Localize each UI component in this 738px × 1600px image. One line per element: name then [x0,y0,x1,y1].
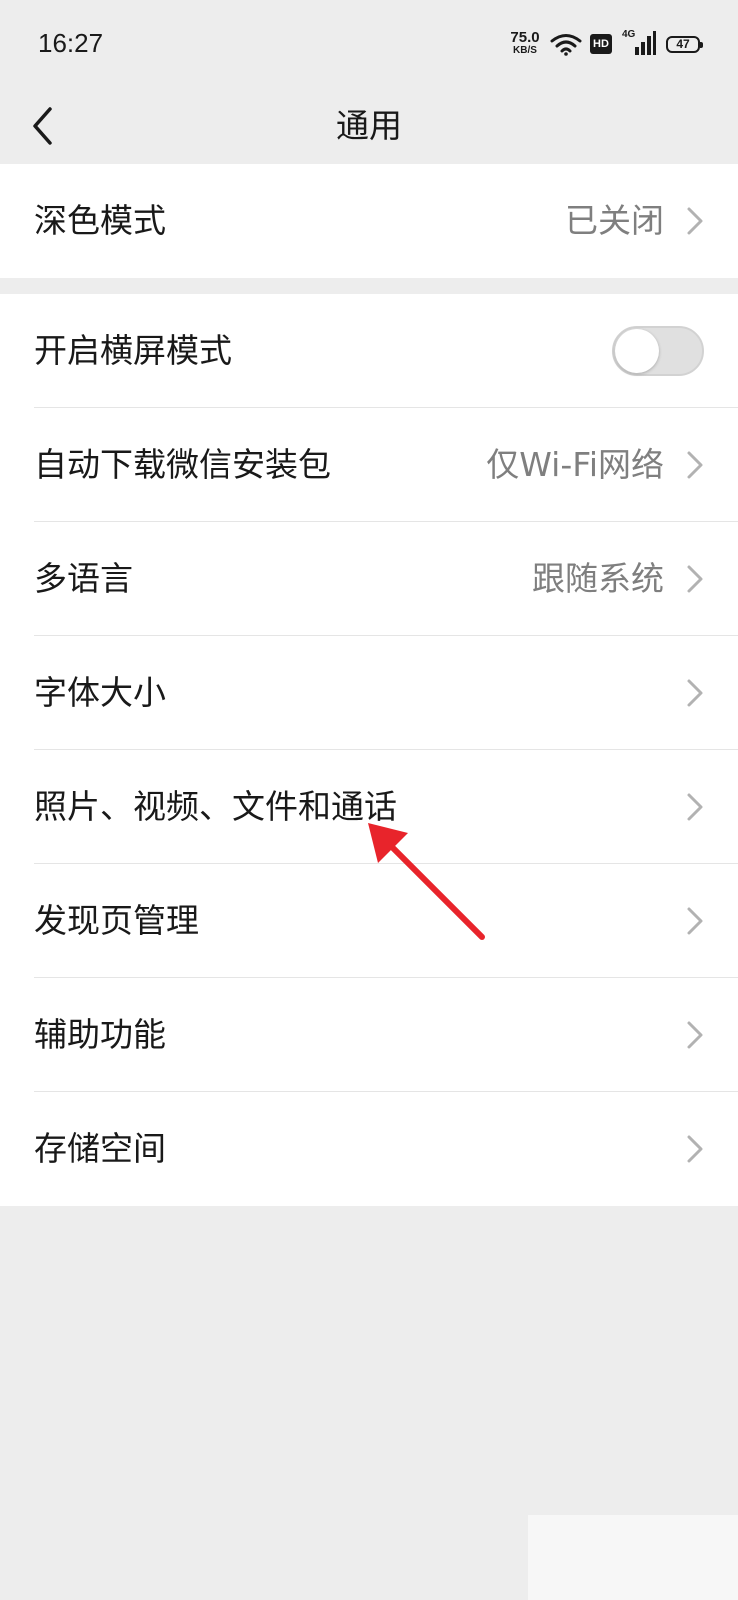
row-label: 辅助功能 [34,1015,166,1054]
back-button[interactable] [20,96,80,156]
row-label: 存储空间 [34,1129,166,1168]
cellular-signal-icon: 4G [622,30,656,56]
row-value: 已关闭 [565,201,664,240]
chevron-right-icon [687,565,703,593]
row-value: 跟随系统 [532,559,664,598]
language-row[interactable]: 多语言 跟随系统 [0,522,738,636]
status-bar: 16:27 75.0 KB/S HD 4G 47 [0,0,738,88]
row-label: 发现页管理 [34,901,199,940]
auto-download-row[interactable]: 自动下载微信安装包 仅Wi-Fi网络 [0,408,738,522]
wifi-icon [550,34,582,56]
network-speed: 75.0 KB/S [505,30,545,56]
chevron-right-icon [687,679,703,707]
status-time: 16:27 [38,28,104,58]
watermark-area [528,1515,738,1600]
landscape-mode-toggle[interactable] [612,326,704,376]
battery-icon: 47 [666,36,703,53]
chevron-right-icon [687,451,703,479]
row-label: 自动下载微信安装包 [34,445,331,484]
font-size-row[interactable]: 字体大小 [0,636,738,750]
chevron-left-icon [33,107,52,145]
chevron-right-icon [687,1135,703,1163]
chevron-right-icon [687,207,703,235]
chevron-right-icon [687,907,703,935]
page-title: 通用 [336,106,402,145]
row-label: 照片、视频、文件和通话 [34,787,397,826]
nav-bar: 通用 [0,88,738,164]
discover-page-row[interactable]: 发现页管理 [0,864,738,978]
network-speed-unit: KB/S [513,45,537,56]
hd-icon: HD [590,34,612,54]
row-label: 多语言 [34,559,133,598]
chevron-right-icon [687,793,703,821]
row-label: 深色模式 [34,201,166,240]
toggle-knob [615,329,659,373]
row-value: 仅Wi-Fi网络 [486,445,664,484]
storage-row[interactable]: 存储空间 [0,1092,738,1206]
accessibility-row[interactable]: 辅助功能 [0,978,738,1092]
row-label: 开启横屏模式 [34,331,232,370]
row-label: 字体大小 [34,673,166,712]
media-files-calls-row[interactable]: 照片、视频、文件和通话 [0,750,738,864]
settings-group-general: 开启横屏模式 自动下载微信安装包 仅Wi-Fi网络 多语言 跟随系统 字体大小 … [0,294,738,1206]
chevron-right-icon [687,1021,703,1049]
network-speed-value: 75.0 [510,29,540,46]
settings-group-display: 深色模式 已关闭 [0,164,738,278]
dark-mode-row[interactable]: 深色模式 已关闭 [0,164,738,278]
landscape-mode-row: 开启横屏模式 [0,294,738,408]
